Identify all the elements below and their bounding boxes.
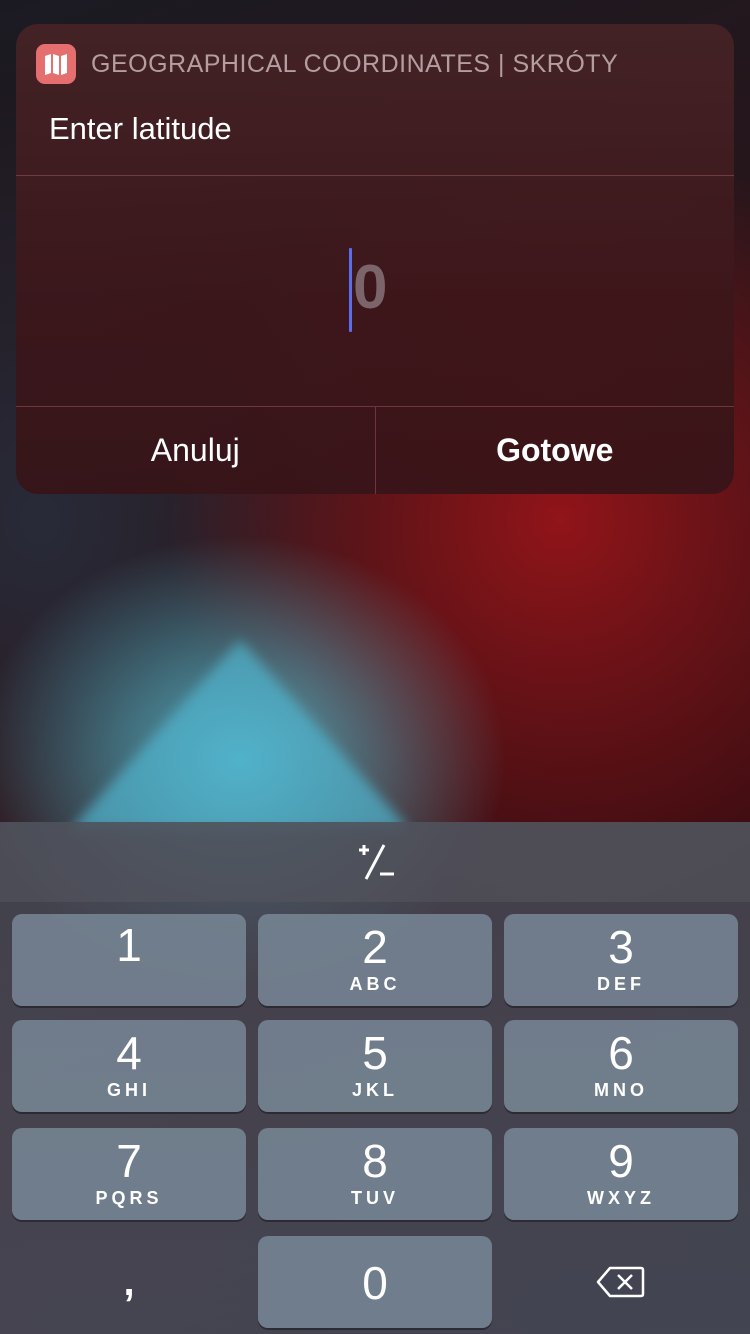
wallpaper-shape (70, 640, 410, 830)
dialog-buttons: Anuluj Gotowe (16, 407, 734, 494)
key-digit: 7 (116, 1135, 142, 1187)
key-0[interactable]: 0 (258, 1236, 492, 1328)
key-digit: 1 (116, 919, 142, 971)
key-digit: 8 (362, 1135, 388, 1187)
comma-key[interactable]: , (12, 1236, 246, 1328)
key-4[interactable]: 4 GHI (12, 1020, 246, 1112)
key-2[interactable]: 2 ABC (258, 914, 492, 1006)
key-letters: WXYZ (587, 1188, 655, 1208)
key-digit: 2 (362, 921, 388, 973)
dialog-prompt: Enter latitude (49, 111, 232, 146)
delete-key[interactable] (504, 1236, 738, 1328)
latitude-input[interactable]: 0 (16, 176, 734, 406)
dialog-header: GEOGRAPHICAL COORDINATES | SKRÓTY Enter … (16, 24, 734, 175)
app-name: GEOGRAPHICAL COORDINATES | SKRÓTY (91, 50, 619, 78)
key-letters: PQRS (95, 1188, 163, 1208)
key-digit: 3 (608, 921, 634, 973)
key-digit: 5 (362, 1027, 388, 1079)
key-digit: 4 (116, 1027, 142, 1079)
maps-icon (36, 44, 76, 84)
key-letters: ABC (349, 974, 401, 994)
key-digit: 0 (362, 1257, 388, 1309)
comma-label: , (123, 1259, 135, 1304)
numeric-keyboard: 1 2 ABC 3 DEF 4 GHI 5 JKL 6 MNO 7 PQRS 8… (0, 822, 750, 1334)
backspace-icon (596, 1266, 645, 1298)
key-3[interactable]: 3 DEF (504, 914, 738, 1006)
key-9[interactable]: 9 WXYZ (504, 1128, 738, 1220)
key-letters: MNO (594, 1080, 648, 1100)
cancel-button[interactable]: Anuluj (16, 407, 375, 494)
key-digit: 6 (608, 1027, 634, 1079)
key-5[interactable]: 5 JKL (258, 1020, 492, 1112)
input-placeholder: 0 (353, 253, 388, 322)
plus-minus-button[interactable] (345, 832, 405, 892)
key-letters: JKL (351, 1080, 398, 1100)
key-letters: GHI (106, 1080, 151, 1100)
key-digit: 9 (608, 1135, 634, 1187)
key-1[interactable]: 1 (12, 914, 246, 1006)
input-dialog: GEOGRAPHICAL COORDINATES | SKRÓTY Enter … (16, 24, 734, 494)
key-7[interactable]: 7 PQRS (12, 1128, 246, 1220)
text-caret (349, 248, 352, 332)
keyboard-accessory-bar (0, 822, 750, 902)
key-8[interactable]: 8 TUV (258, 1128, 492, 1220)
plus-minus-icon (359, 844, 394, 880)
key-letters: TUV (351, 1188, 399, 1208)
done-button[interactable]: Gotowe (376, 407, 735, 494)
key-letters: DEF (597, 974, 645, 994)
key-6[interactable]: 6 MNO (504, 1020, 738, 1112)
